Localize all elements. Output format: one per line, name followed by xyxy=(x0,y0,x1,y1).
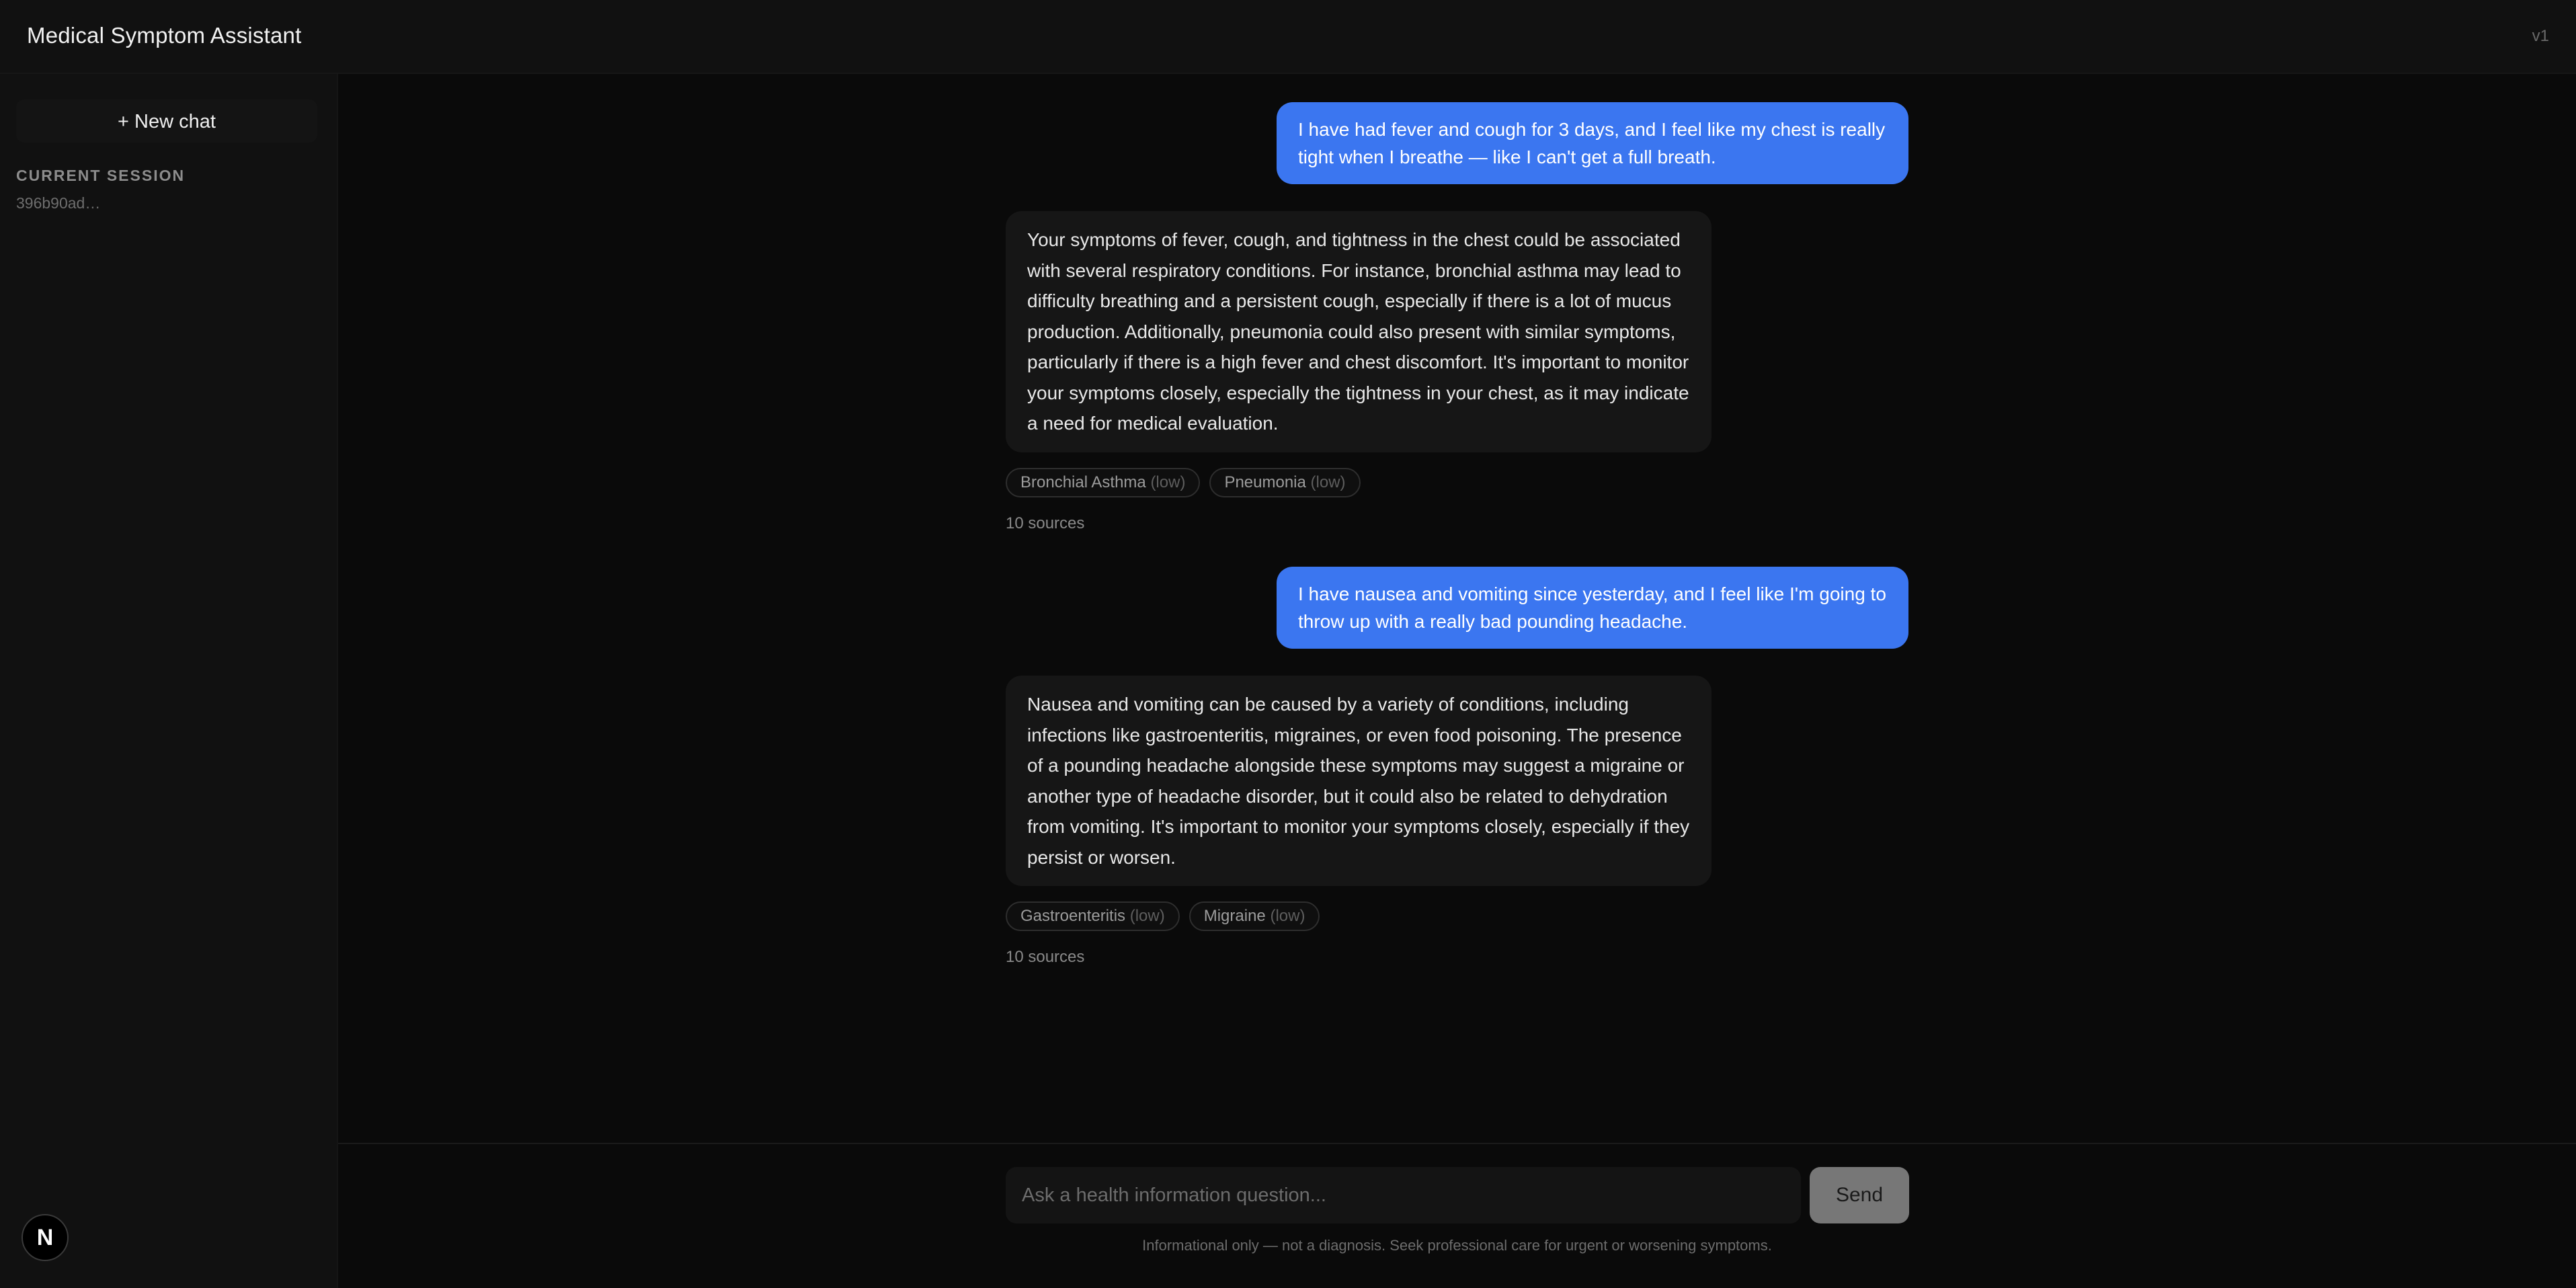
assistant-message-text: Nausea and vomiting can be caused by a v… xyxy=(1027,694,1690,868)
condition-tag-pneumonia[interactable]: Pneumonia (low) xyxy=(1209,468,1361,497)
user-message: I have nausea and vomiting since yesterd… xyxy=(1277,567,1908,649)
message-input[interactable] xyxy=(1006,1167,1801,1223)
session-id: 396b90ad… xyxy=(16,194,101,212)
condition-tags: Bronchial Asthma (low) Pneumonia (low) xyxy=(1006,468,1361,497)
chat-thread: I have had fever and cough for 3 days, a… xyxy=(338,74,2576,1143)
composer: Send Informational only — not a diagnosi… xyxy=(338,1143,2576,1288)
condition-tags: Gastroenteritis (low) Migraine (low) xyxy=(1006,901,1320,931)
send-button[interactable]: Send xyxy=(1810,1167,1909,1223)
user-message-text: I have had fever and cough for 3 days, a… xyxy=(1298,119,1886,167)
assistant-message: Nausea and vomiting can be caused by a v… xyxy=(1006,676,1712,886)
app-title: Medical Symptom Assistant xyxy=(27,23,302,48)
condition-tag-migraine[interactable]: Migraine (low) xyxy=(1189,901,1320,931)
disclaimer: Informational only — not a diagnosis. Se… xyxy=(1142,1237,1772,1254)
sidebar: + New chat CURRENT SESSION 396b90ad… N xyxy=(0,74,338,1288)
new-chat-button[interactable]: + New chat xyxy=(16,99,317,143)
condition-tag-bronchial-asthma[interactable]: Bronchial Asthma (low) xyxy=(1006,468,1201,497)
user-message: I have had fever and cough for 3 days, a… xyxy=(1277,102,1908,184)
app-logo-icon[interactable]: N xyxy=(22,1214,69,1261)
assistant-message: Your symptoms of fever, cough, and tight… xyxy=(1006,211,1712,452)
current-session-label: CURRENT SESSION xyxy=(16,167,186,184)
assistant-message-text: Your symptoms of fever, cough, and tight… xyxy=(1027,229,1689,434)
sources-link[interactable]: 10 sources xyxy=(1006,948,1084,967)
condition-tag-gastroenteritis[interactable]: Gastroenteritis (low) xyxy=(1006,901,1180,931)
version-label: v1 xyxy=(2532,27,2549,45)
sources-link[interactable]: 10 sources xyxy=(1006,514,1084,533)
user-message-text: I have nausea and vomiting since yesterd… xyxy=(1298,583,1886,632)
app-header: Medical Symptom Assistant v1 xyxy=(0,0,2576,74)
